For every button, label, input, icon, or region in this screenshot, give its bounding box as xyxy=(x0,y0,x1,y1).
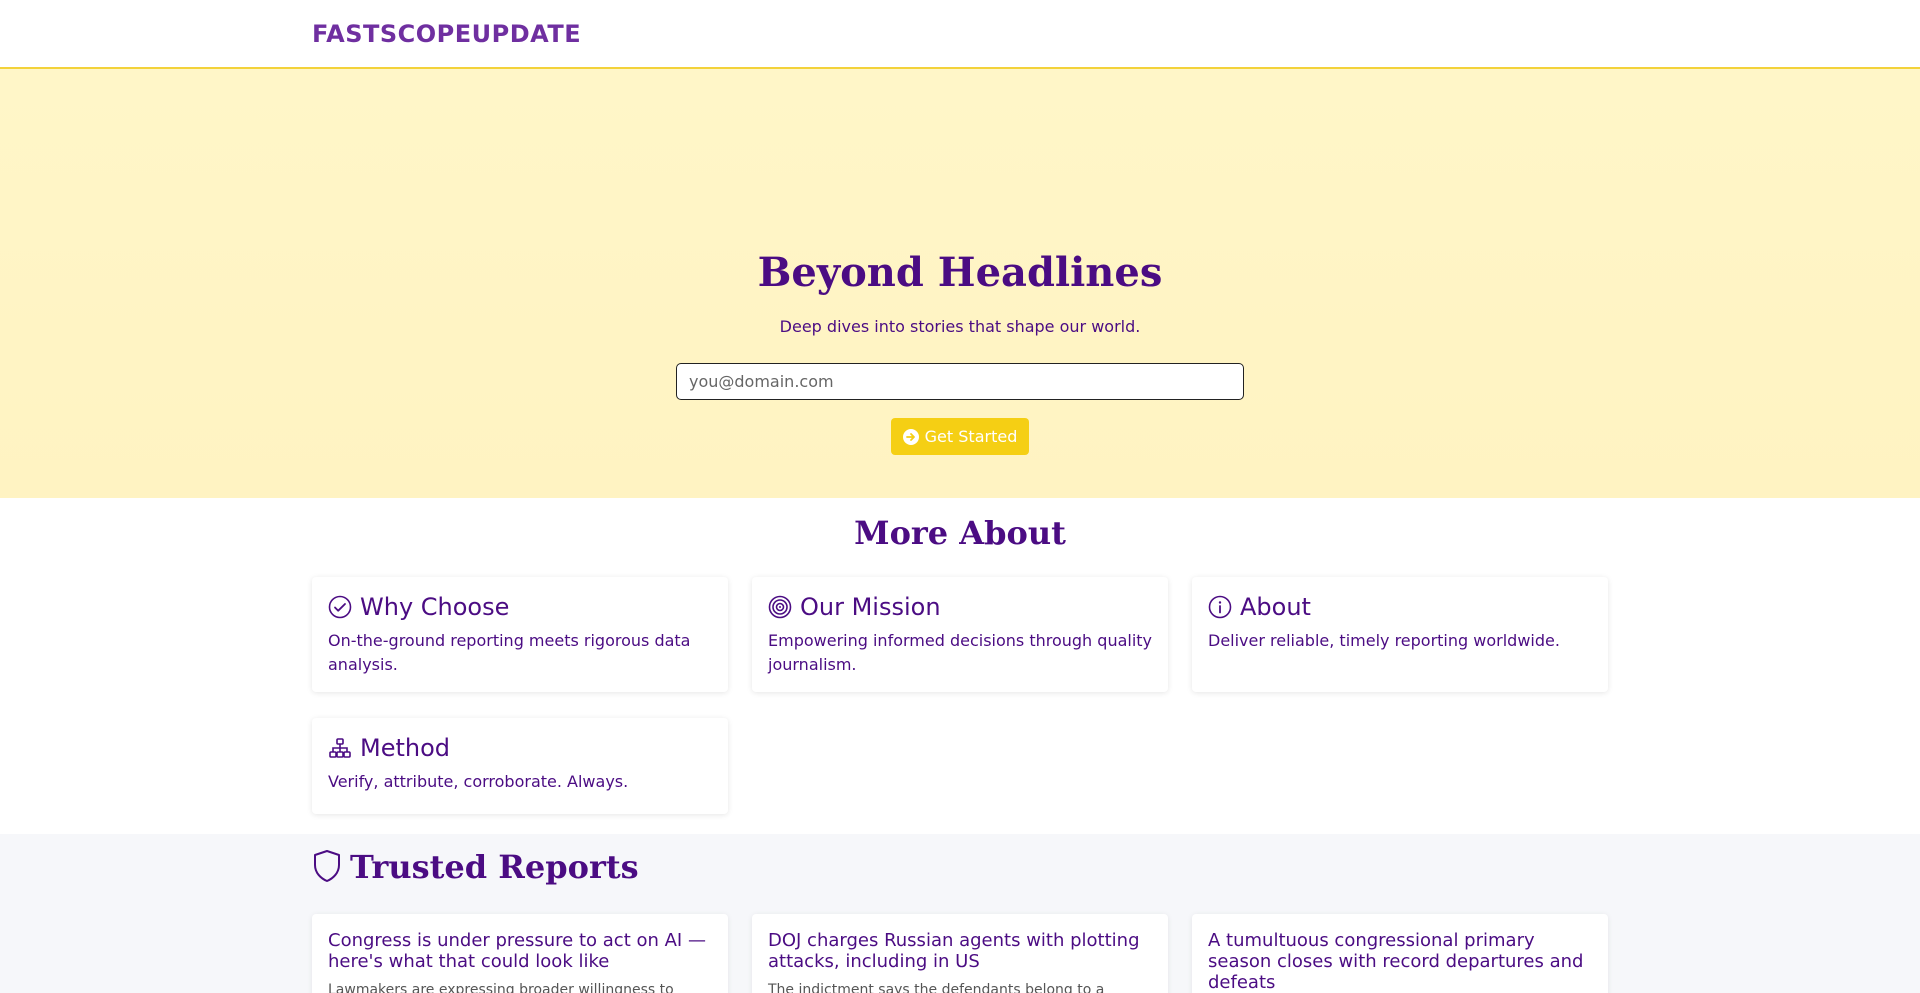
trusted-reports-title: Trusted Reports xyxy=(312,848,639,886)
diagram-icon xyxy=(328,736,352,760)
check-circle-icon xyxy=(328,595,352,619)
card-title: About xyxy=(1240,593,1311,621)
card-method: Method Verify, attribute, corroborate. A… xyxy=(312,718,728,814)
target-icon xyxy=(768,595,792,619)
card-text: Empowering informed decisions through qu… xyxy=(768,631,1153,674)
card-title: Our Mission xyxy=(800,593,941,621)
top-navbar: FASTSCOPEUPDATE xyxy=(0,0,1920,69)
trusted-reports-section: Trusted Reports Congress is under pressu… xyxy=(0,834,1920,993)
report-card[interactable]: DOJ charges Russian agents with plotting… xyxy=(752,914,1168,993)
trusted-reports-label: Trusted Reports xyxy=(350,848,639,886)
email-input[interactable] xyxy=(676,363,1244,400)
report-summary: Lawmakers are expressing broader willing… xyxy=(328,982,674,993)
card-title: Method xyxy=(360,734,451,762)
shield-icon xyxy=(312,849,344,885)
get-started-button[interactable]: Get Started xyxy=(891,418,1029,455)
report-card[interactable]: Congress is under pressure to act on AI … xyxy=(312,914,728,993)
card-why-choose: Why Choose On-the-ground reporting meets… xyxy=(312,577,728,692)
hero-section: Beyond Headlines Deep dives into stories… xyxy=(0,69,1920,498)
card-title: Why Choose xyxy=(360,593,510,621)
report-title[interactable]: DOJ charges Russian agents with plotting… xyxy=(768,930,1152,972)
report-card[interactable]: A tumultuous congressional primary seaso… xyxy=(1192,914,1608,993)
card-text: Deliver reliable, timely reporting world… xyxy=(1208,631,1560,650)
report-title[interactable]: A tumultuous congressional primary seaso… xyxy=(1208,930,1592,993)
card-text: On-the-ground reporting meets rigorous d… xyxy=(328,631,691,674)
more-about-title: More About xyxy=(854,514,1066,552)
card-our-mission: Our Mission Empowering informed decision… xyxy=(752,577,1168,692)
card-text: Verify, attribute, corroborate. Always. xyxy=(328,772,629,791)
card-about: About Deliver reliable, timely reporting… xyxy=(1192,577,1608,692)
report-title[interactable]: Congress is under pressure to act on AI … xyxy=(328,930,712,972)
get-started-label: Get Started xyxy=(924,427,1018,446)
report-summary: The indictment says the defendants belon… xyxy=(768,982,1105,993)
more-about-section: More About Why Choose On-the-ground repo… xyxy=(0,498,1920,834)
arrow-right-circle-icon xyxy=(902,428,919,445)
brand-logo-link[interactable]: FASTSCOPEUPDATE xyxy=(312,20,581,48)
hero-title: Beyond Headlines xyxy=(757,249,1163,296)
info-circle-icon xyxy=(1208,595,1232,619)
hero-subtitle: Deep dives into stories that shape our w… xyxy=(779,317,1141,336)
